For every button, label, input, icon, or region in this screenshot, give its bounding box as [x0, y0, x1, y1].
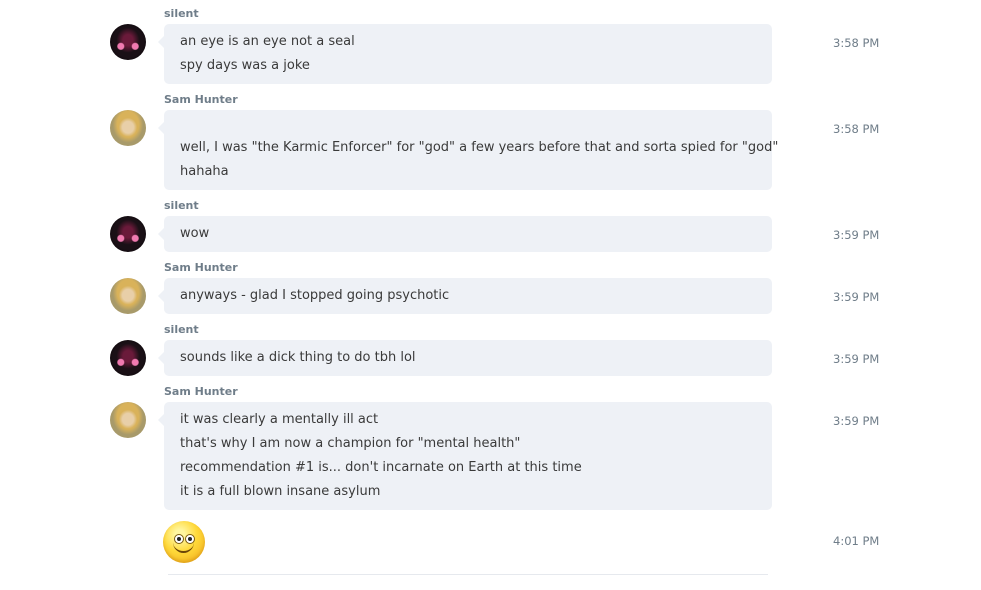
sender-name: Sam Hunter: [164, 261, 238, 274]
message-text: it was clearly a mentally ill act: [180, 412, 379, 427]
divider: [168, 574, 768, 575]
smiley-emoji-icon[interactable]: [163, 521, 205, 563]
sender-name: Sam Hunter: [164, 93, 238, 106]
message-text: anyways - glad I stopped going psychotic: [180, 288, 450, 303]
message-text: spy days was a joke: [180, 58, 310, 73]
sender-name: silent: [164, 199, 199, 212]
sender-name: silent: [164, 323, 199, 336]
message-bubble[interactable]: well, I was "the Karmic Enforcer" for "g…: [158, 110, 779, 190]
sender-name: silent: [164, 7, 199, 20]
message-bubble[interactable]: it was clearly a mentally ill act that's…: [158, 402, 772, 510]
message-timestamp: 3:59 PM: [833, 290, 880, 304]
message-bubble[interactable]: wow: [158, 216, 772, 252]
message-text: recommendation #1 is... don't incarnate …: [180, 460, 582, 475]
message-text: well, I was "the Karmic Enforcer" for "g…: [180, 140, 779, 155]
message-bubble[interactable]: an eye is an eye not a seal spy days was…: [158, 24, 772, 84]
avatar[interactable]: [110, 402, 146, 438]
avatar[interactable]: [110, 340, 146, 376]
message-timestamp: 3:59 PM: [833, 352, 880, 366]
message-bubble[interactable]: anyways - glad I stopped going psychotic: [158, 278, 772, 314]
emoji-mouth: [173, 541, 194, 553]
avatar[interactable]: [110, 278, 146, 314]
message-bubble[interactable]: sounds like a dick thing to do tbh lol: [158, 340, 772, 376]
message-timestamp: 3:58 PM: [833, 122, 880, 136]
message-text: an eye is an eye not a seal: [180, 34, 355, 49]
message-timestamp: 3:59 PM: [833, 228, 880, 242]
message-timestamp: 3:59 PM: [833, 414, 880, 428]
message-text: that's why I am now a champion for "ment…: [180, 436, 521, 451]
avatar[interactable]: [110, 24, 146, 60]
message-timestamp: 4:01 PM: [833, 534, 880, 548]
message-text: sounds like a dick thing to do tbh lol: [180, 350, 416, 365]
sender-name: Sam Hunter: [164, 385, 238, 398]
message-timestamp: 3:58 PM: [833, 36, 880, 50]
message-text: wow: [180, 226, 210, 241]
message-text: hahaha: [180, 164, 229, 179]
avatar[interactable]: [110, 216, 146, 252]
message-text: it is a full blown insane asylum: [180, 484, 381, 499]
avatar[interactable]: [110, 110, 146, 146]
